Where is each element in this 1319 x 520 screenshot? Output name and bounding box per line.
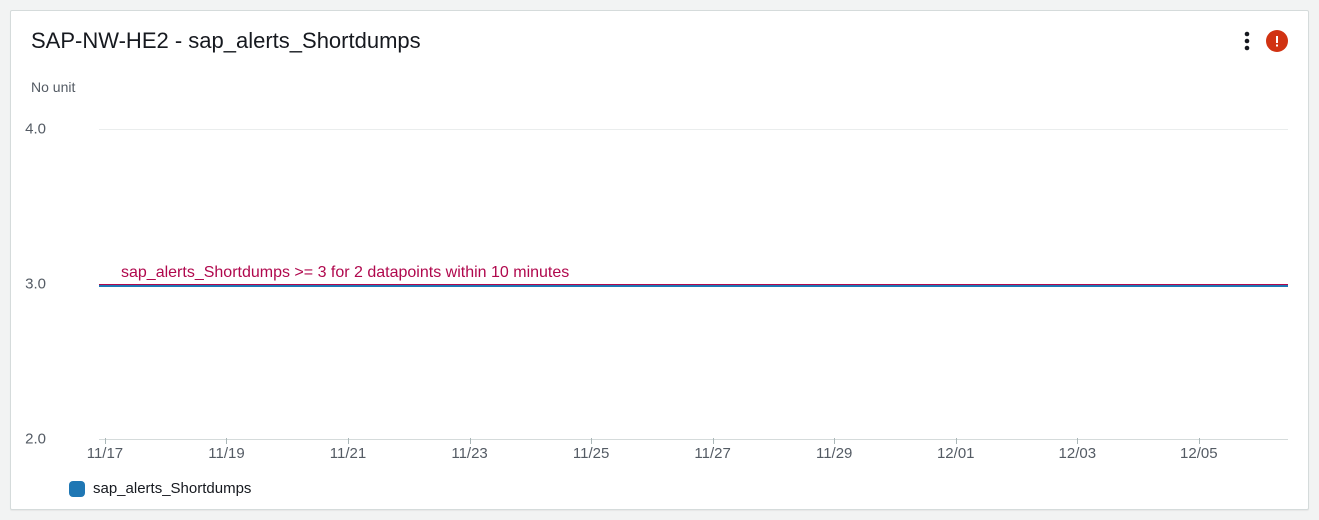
- x-tick-label: 11/27: [694, 445, 730, 462]
- x-tick-label: 11/25: [573, 445, 609, 462]
- y-axis: 2.03.04.0: [31, 129, 91, 439]
- alarm-threshold-label: sap_alerts_Shortdumps >= 3 for 2 datapoi…: [99, 264, 569, 284]
- plot-area: sap_alerts_Shortdumps >= 3 for 2 datapoi…: [99, 129, 1288, 439]
- x-tick-mark: [591, 438, 592, 444]
- gridline: [99, 439, 1288, 440]
- plot-area-wrapper: 2.03.04.0 sap_alerts_Shortdumps >= 3 for…: [31, 129, 1288, 439]
- x-axis: 11/1711/1911/2111/2311/2511/2711/2912/01…: [99, 441, 1288, 469]
- x-tick-mark: [470, 438, 471, 444]
- x-tick-label: 12/05: [1180, 445, 1218, 462]
- x-tick-label: 12/01: [937, 445, 975, 462]
- widget-menu-button[interactable]: [1238, 25, 1256, 57]
- x-tick-mark: [956, 438, 957, 444]
- x-tick-label: 11/19: [208, 445, 244, 462]
- x-tick-mark: [226, 438, 227, 444]
- x-tick-mark: [1077, 438, 1078, 444]
- y-tick-label: 2.0: [25, 431, 46, 448]
- alarm-status-icon[interactable]: [1266, 30, 1288, 52]
- chart-card: SAP-NW-HE2 - sap_alerts_Shortdumps No un…: [10, 10, 1309, 510]
- y-axis-unit-label: No unit: [11, 61, 1308, 95]
- x-tick-label: 11/17: [87, 445, 123, 462]
- x-tick-mark: [713, 438, 714, 444]
- y-tick-label: 3.0: [25, 276, 46, 293]
- x-tick-mark: [1199, 438, 1200, 444]
- legend[interactable]: sap_alerts_Shortdumps: [69, 480, 251, 497]
- gridline: [99, 129, 1288, 130]
- y-tick-label: 4.0: [25, 121, 46, 138]
- x-tick-mark: [834, 438, 835, 444]
- card-header: SAP-NW-HE2 - sap_alerts_Shortdumps: [11, 11, 1308, 61]
- x-tick-label: 11/21: [330, 445, 366, 462]
- legend-series-label: sap_alerts_Shortdumps: [93, 480, 251, 497]
- legend-swatch: [69, 481, 85, 497]
- card-title: SAP-NW-HE2 - sap_alerts_Shortdumps: [31, 28, 1238, 54]
- x-tick-mark: [348, 438, 349, 444]
- x-tick-label: 12/03: [1059, 445, 1097, 462]
- x-tick-label: 11/29: [816, 445, 852, 462]
- x-tick-mark: [105, 438, 106, 444]
- series-line: [99, 285, 1288, 287]
- exclamation-icon: [1270, 34, 1284, 48]
- x-tick-label: 11/23: [451, 445, 487, 462]
- kebab-icon: [1244, 31, 1250, 51]
